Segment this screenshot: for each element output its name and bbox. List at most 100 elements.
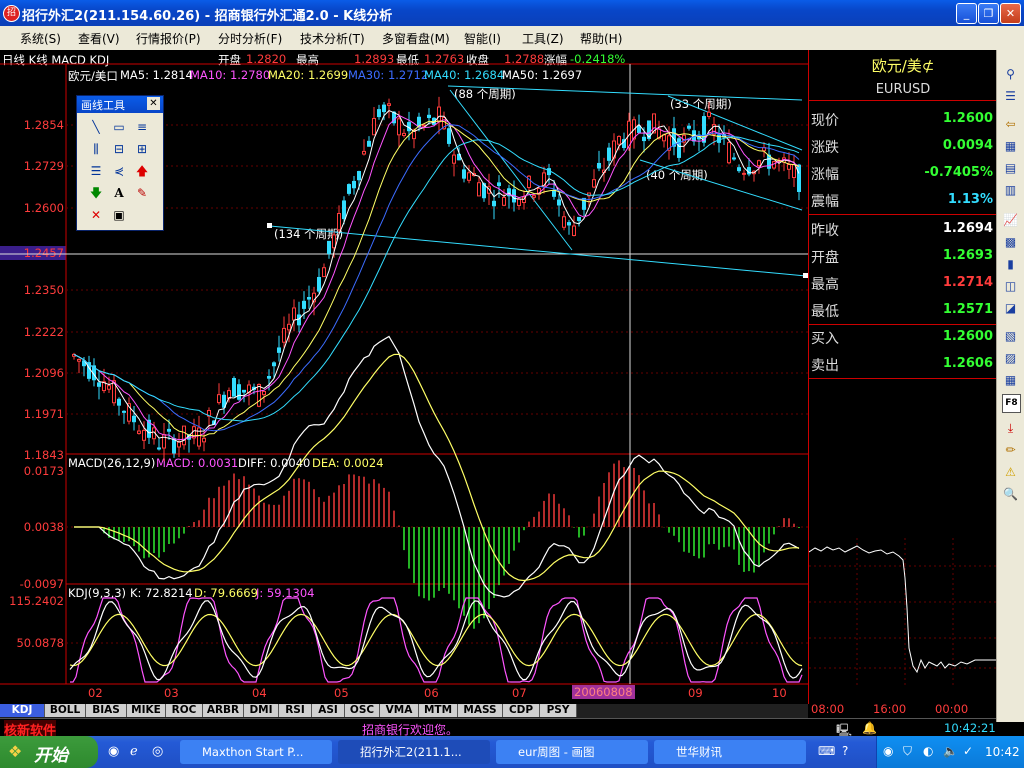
quicklaunch-app-icon[interactable]: ◎ xyxy=(152,744,163,759)
f8-key-icon[interactable]: F8 xyxy=(1002,394,1021,413)
restore-button[interactable]: ❐ xyxy=(978,3,999,24)
quicklaunch-ie-icon[interactable]: ℯ xyxy=(130,744,138,759)
text-tool-icon[interactable]: A xyxy=(110,184,128,202)
download-icon[interactable]: ⤓ xyxy=(1002,420,1019,437)
tab-mike[interactable]: MIKE xyxy=(127,704,166,717)
kline-icon[interactable]: ▩ xyxy=(1002,234,1019,251)
minimize-button[interactable]: _ xyxy=(956,3,977,24)
tab-osc[interactable]: OSC xyxy=(345,704,380,717)
gann-tool-icon[interactable]: ⊟ xyxy=(110,140,128,158)
close-button[interactable]: ✕ xyxy=(1000,3,1021,24)
candle-body xyxy=(142,429,146,441)
task-cmb-forex[interactable]: 招行外汇2(211.1... xyxy=(338,740,490,764)
tab-cdp[interactable]: CDP xyxy=(503,704,540,717)
tray-app-icon[interactable]: ◐ xyxy=(923,744,933,758)
menu-quotes[interactable]: 行情报价(P) xyxy=(136,30,201,47)
tab-vma[interactable]: VMA xyxy=(380,704,419,717)
tab-kdj[interactable]: KDJ xyxy=(0,704,45,717)
chart-window-icon[interactable]: ◫ xyxy=(1002,278,1019,295)
parallel-lines-tool-icon[interactable]: ≡ xyxy=(133,118,151,136)
back-arrow-icon[interactable]: ⇦ xyxy=(1002,116,1019,133)
window-title-bar[interactable]: 招 招行外汇2(211.154.60.26) - 招商银行外汇通2.0 - K线… xyxy=(0,0,1024,26)
eraser-tool-icon[interactable]: ✎ xyxy=(133,184,151,202)
tab-mtm[interactable]: MTM xyxy=(419,704,458,717)
quote-row: 最低 1.2571 xyxy=(809,297,997,325)
menu-view[interactable]: 查看(V) xyxy=(78,30,120,47)
fan-tool-icon[interactable]: ⋞ xyxy=(110,162,128,180)
tab-boll[interactable]: BOLL xyxy=(45,704,86,717)
candle-body xyxy=(277,347,281,353)
fibonacci-tool-icon[interactable]: ⫼ xyxy=(87,140,105,158)
list-icon[interactable]: ▤ xyxy=(1002,160,1019,177)
candle-body xyxy=(172,438,176,454)
quote-value: 1.2606 xyxy=(942,356,993,371)
task-shihua[interactable]: 世华财讯 xyxy=(654,740,806,764)
report-icon[interactable]: ▧ xyxy=(1002,328,1019,345)
menu-multiwindow[interactable]: 多窗看盘(M) xyxy=(382,30,450,47)
channel-tool-icon[interactable]: ☰ xyxy=(87,162,105,180)
pencil-icon[interactable]: ✏ xyxy=(1002,442,1019,459)
warning-icon[interactable]: ⚠ xyxy=(1002,464,1019,481)
menu-icon[interactable]: ☰ xyxy=(1002,88,1019,105)
quote-label: 买入 xyxy=(811,331,839,347)
drawing-tool-palette[interactable]: 画线工具 ✕ ╲ ▭ ≡ ⫼ ⊟ ⊞ ☰ ⋞ 🡅 🡇 A ✎ ✕ ▣ xyxy=(76,95,164,231)
tray-shield-icon[interactable]: ⛉ xyxy=(903,744,912,759)
menu-system[interactable]: 系统(S) xyxy=(20,30,61,47)
cycle-tool-icon[interactable]: ⊞ xyxy=(133,140,151,158)
palette-close-icon[interactable]: ✕ xyxy=(147,97,160,110)
tab-bias[interactable]: BIAS xyxy=(86,704,127,717)
candle-body xyxy=(282,327,286,343)
news-icon[interactable]: ▨ xyxy=(1002,350,1019,367)
tab-roc[interactable]: ROC xyxy=(166,704,203,717)
table-icon[interactable]: ▥ xyxy=(1002,182,1019,199)
bar-chart-icon[interactable]: ▮ xyxy=(1002,256,1019,273)
intraday-mini-chart[interactable] xyxy=(809,538,997,688)
palette-header[interactable]: 画线工具 ✕ xyxy=(77,96,163,113)
candle-body xyxy=(122,410,126,413)
candle-body xyxy=(337,213,341,231)
candle-body xyxy=(607,147,611,161)
tray-network-icon[interactable]: ◉ xyxy=(883,744,893,758)
tab-dmi[interactable]: DMI xyxy=(244,704,279,717)
candle-body xyxy=(132,415,136,423)
indicator-icon[interactable]: ◪ xyxy=(1002,300,1019,317)
up-arrow-tool-icon[interactable]: 🡅 xyxy=(133,162,151,180)
quote-label: 震幅 xyxy=(811,194,839,210)
task-maxthon[interactable]: Maxthon Start P... xyxy=(180,740,332,764)
candle-body xyxy=(562,216,566,228)
menu-technical[interactable]: 技术分析(T) xyxy=(300,30,365,47)
menu-help[interactable]: 帮助(H) xyxy=(580,30,622,47)
calc-icon[interactable]: ▦ xyxy=(1002,372,1019,389)
zoom-icon[interactable]: ⚲ xyxy=(1002,66,1019,83)
tab-rsi[interactable]: RSI xyxy=(279,704,312,717)
grid-icon[interactable]: ▦ xyxy=(1002,138,1019,155)
task-paint[interactable]: eur周图 - 画图 xyxy=(496,740,648,764)
quote-row: 卖出 1.2606 xyxy=(809,351,997,379)
menu-smart[interactable]: 智能(I) xyxy=(464,30,501,47)
search-icon[interactable]: 🔍 xyxy=(1002,486,1019,503)
help-icon[interactable]: ? xyxy=(842,744,848,758)
delete-tool-icon[interactable]: ✕ xyxy=(87,206,105,224)
tray-speaker-icon[interactable]: 🔈 xyxy=(943,744,958,758)
keyboard-icon[interactable]: ⌨ xyxy=(818,744,835,758)
status-bar: 核新软件 招商银行欢迎您。 🖳 🔔 10:42:21 xyxy=(0,718,996,739)
menu-tools[interactable]: 工具(Z) xyxy=(522,30,564,47)
quicklaunch-browser-icon[interactable]: ◉ xyxy=(108,744,119,759)
tab-psy[interactable]: PSY xyxy=(540,704,577,717)
macd-histogram xyxy=(103,460,800,629)
line-chart-icon[interactable]: 📈 xyxy=(1002,212,1019,229)
menu-intraday[interactable]: 分时分析(F) xyxy=(218,30,282,47)
tab-mass[interactable]: MASS xyxy=(458,704,503,717)
tab-asi[interactable]: ASI xyxy=(312,704,345,717)
line-tool-icon[interactable]: ╲ xyxy=(87,118,105,136)
quote-row: 最高 1.2714 xyxy=(809,270,997,297)
candle-body xyxy=(462,169,466,179)
rectangle-tool-icon[interactable]: ▭ xyxy=(110,118,128,136)
tray-update-icon[interactable]: ✓ xyxy=(963,744,973,758)
candle-body xyxy=(707,111,711,117)
hide-tool-icon[interactable]: ▣ xyxy=(110,206,128,224)
tab-arbr[interactable]: ARBR xyxy=(203,704,244,717)
quote-label: 最高 xyxy=(811,277,839,293)
down-arrow-tool-icon[interactable]: 🡇 xyxy=(87,184,105,202)
start-button[interactable]: ❖ 开始 xyxy=(0,736,98,768)
